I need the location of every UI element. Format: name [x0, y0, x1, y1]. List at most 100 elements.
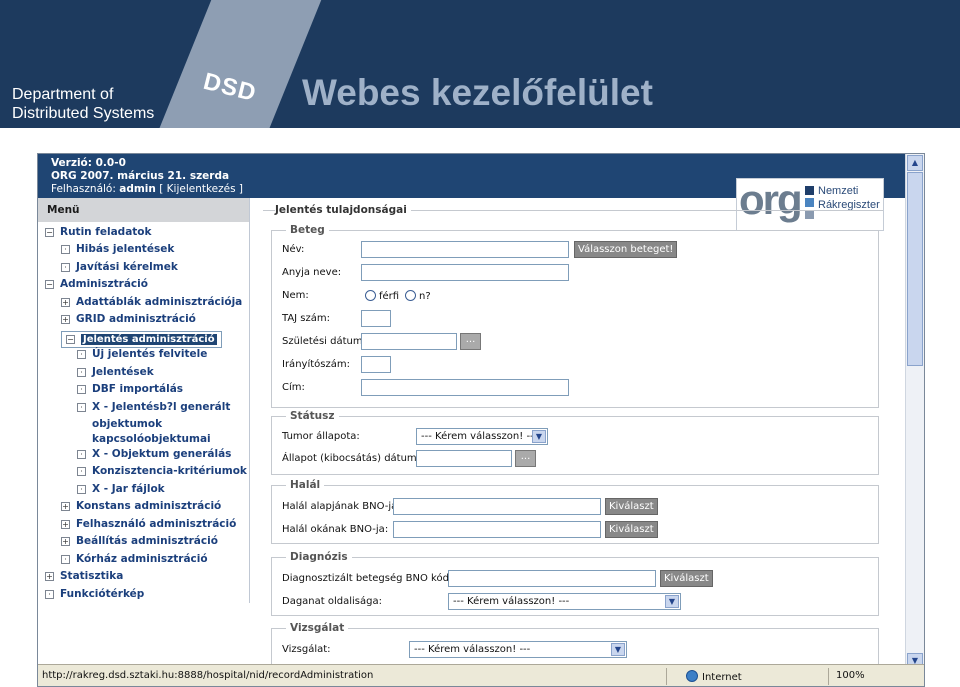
leaf-icon: ·: [77, 368, 86, 377]
name-input[interactable]: [361, 241, 569, 258]
status-divider: [666, 668, 667, 685]
sex-label: Nem:: [282, 290, 309, 301]
legend-diagnozis: Diagnózis: [286, 551, 352, 563]
address-label: Cím:: [282, 382, 305, 393]
menu-title: Menü: [38, 198, 249, 222]
menu-item-statisztika[interactable]: + Statisztika: [45, 570, 123, 583]
leaf-icon: ·: [77, 350, 86, 359]
menu-item-dbf[interactable]: · DBF importálás: [77, 383, 183, 396]
scroll-thumb[interactable]: [907, 172, 923, 366]
date-text: ORG 2007. március 21. szerda: [51, 170, 230, 182]
expand-icon[interactable]: +: [61, 315, 70, 324]
birth-date-picker-button[interactable]: ...: [460, 333, 481, 350]
collapse-icon[interactable]: −: [66, 335, 75, 344]
menu-item-objektum-gen[interactable]: · X - Objektum generálás: [77, 448, 231, 461]
menu-item-jar[interactable]: · X - Jar fájlok: [77, 483, 165, 496]
menu-item-beallitas[interactable]: + Beállítás adminisztráció: [61, 535, 218, 548]
logout-link[interactable]: [ Kijelentkezés ]: [159, 183, 243, 195]
user-name: admin: [119, 183, 156, 195]
expand-icon[interactable]: +: [45, 572, 54, 581]
bno-input[interactable]: [448, 570, 656, 587]
side-select[interactable]: --- Kérem válasszon! --- ▼: [448, 593, 681, 610]
expand-icon[interactable]: +: [61, 520, 70, 529]
chevron-down-icon[interactable]: ▼: [532, 430, 546, 443]
female-radio[interactable]: [405, 290, 416, 301]
version-text: Verzió: 0.0-0: [51, 157, 126, 169]
menu-item-rutin[interactable]: − Rutin feladatok: [45, 226, 152, 239]
menu-item-hibas[interactable]: · Hibás jelentések: [61, 243, 174, 256]
leaf-icon: ·: [77, 403, 86, 412]
menu-item-kapcsolo[interactable]: kapcsolóobjektumai: [92, 433, 211, 446]
menu-item-grid[interactable]: + GRID adminisztráció: [61, 313, 196, 326]
menu-item-uj-jelentes[interactable]: · Új jelentés felvitele: [77, 348, 207, 361]
birth-date-input[interactable]: [361, 333, 457, 350]
side-menu: Menü − Rutin feladatok · Hibás jelentések …: [38, 198, 250, 603]
banner-stripe: [154, 0, 326, 128]
leaf-icon: ·: [77, 485, 86, 494]
state-date-picker-button[interactable]: ...: [515, 450, 536, 467]
legend-halal: Halál: [286, 479, 325, 491]
collapse-icon[interactable]: −: [45, 280, 54, 289]
leaf-icon: ·: [61, 263, 70, 272]
menu-item-felhasznalo[interactable]: + Felhasználó adminisztráció: [61, 518, 236, 531]
select-patient-button[interactable]: Válasszon beteget!: [574, 241, 678, 258]
menu-item-javitasi[interactable]: · Javítási kérelmek: [61, 261, 178, 274]
chevron-down-icon[interactable]: ▼: [611, 643, 625, 656]
male-radio[interactable]: [365, 290, 376, 301]
browser-screenshot: Verzió: 0.0-0 ORG 2007. március 21. szer…: [37, 153, 925, 687]
leaf-icon: ·: [77, 450, 86, 459]
menu-item-konzisztencia[interactable]: · Konzisztencia-kritériumok: [77, 465, 247, 478]
death-cause-input[interactable]: [393, 521, 601, 538]
menu-item-funkcioterkep[interactable]: · Funkciótérkép: [45, 588, 144, 601]
zoom-level[interactable]: 100%: [836, 670, 865, 681]
taj-input[interactable]: [361, 310, 391, 327]
user-label: Felhasználó:: [51, 183, 116, 195]
menu-item-jelentes-admin[interactable]: − Jelentés adminisztráció: [61, 331, 222, 348]
state-date-label: Állapot (kibocsátás) dátuma:: [282, 453, 427, 464]
chevron-down-icon[interactable]: ▼: [665, 595, 679, 608]
death-base-choose-button[interactable]: Kiválaszt: [605, 498, 658, 515]
tumor-select[interactable]: --- Kérem válasszon! --- ▼: [416, 428, 548, 445]
expand-icon[interactable]: +: [61, 502, 70, 511]
collapse-icon[interactable]: −: [45, 228, 54, 237]
logo-line1: Nemzeti: [818, 185, 859, 197]
menu-item-adminisztracio[interactable]: − Adminisztráció: [45, 278, 148, 291]
fieldset-halal: Halál Halál alapjának BNO-ja: Kiválaszt …: [271, 479, 879, 544]
dept-line1: Department of: [12, 86, 114, 103]
menu-item-konstans[interactable]: + Konstans adminisztráció: [61, 500, 221, 513]
menu-item-adattablak[interactable]: + Adattáblák adminisztrációja: [61, 296, 242, 309]
leaf-icon: ·: [77, 385, 86, 394]
birth-label: Születési dátum:: [282, 336, 366, 347]
mother-label: Anyja neve:: [282, 267, 342, 278]
fieldset-vizsgalat: Vizsgálat Vizsgálat: --- Kérem válasszon…: [271, 622, 879, 668]
security-zone: Internet: [686, 670, 742, 683]
death-base-input[interactable]: [393, 498, 601, 515]
zip-input[interactable]: [361, 356, 391, 373]
status-url: http://rakreg.dsd.sztaki.hu:8888/hospita…: [42, 670, 374, 681]
vertical-scrollbar[interactable]: ▲ ▼: [905, 154, 924, 670]
legend-statusz: Státusz: [286, 410, 339, 422]
menu-item-objektumok[interactable]: objektumok: [92, 418, 162, 431]
menu-item-jelentesbol[interactable]: · X - Jelentésb?l generált: [77, 401, 230, 414]
taj-label: TAJ szám:: [282, 313, 330, 324]
exam-select[interactable]: --- Kérem válasszon! --- ▼: [409, 641, 627, 658]
bno-choose-button[interactable]: Kiválaszt: [660, 570, 713, 587]
menu-item-korhaz[interactable]: · Kórház adminisztráció: [61, 553, 208, 566]
browser-status-bar: http://rakreg.dsd.sztaki.hu:8888/hospita…: [38, 664, 924, 686]
mother-name-input[interactable]: [361, 264, 569, 281]
leaf-icon: ·: [77, 467, 86, 476]
scroll-up-icon[interactable]: ▲: [907, 155, 923, 171]
death-cause-choose-button[interactable]: Kiválaszt: [605, 521, 658, 538]
menu-item-jelentesek[interactable]: · Jelentések: [77, 366, 154, 379]
female-label: n?: [419, 291, 431, 302]
zip-label: Irányítószám:: [282, 359, 350, 370]
logo-square: [805, 198, 814, 207]
name-label: Név:: [282, 244, 305, 255]
address-input[interactable]: [361, 379, 569, 396]
expand-icon[interactable]: +: [61, 537, 70, 546]
fieldset-diagnozis: Diagnózis Diagnosztizált betegség BNO kó…: [271, 551, 879, 616]
expand-icon[interactable]: +: [61, 298, 70, 307]
org-logo-text: org: [739, 176, 803, 223]
state-date-input[interactable]: [416, 450, 512, 467]
slide-banner: Department of Distributed Systems DSD We…: [0, 0, 960, 128]
